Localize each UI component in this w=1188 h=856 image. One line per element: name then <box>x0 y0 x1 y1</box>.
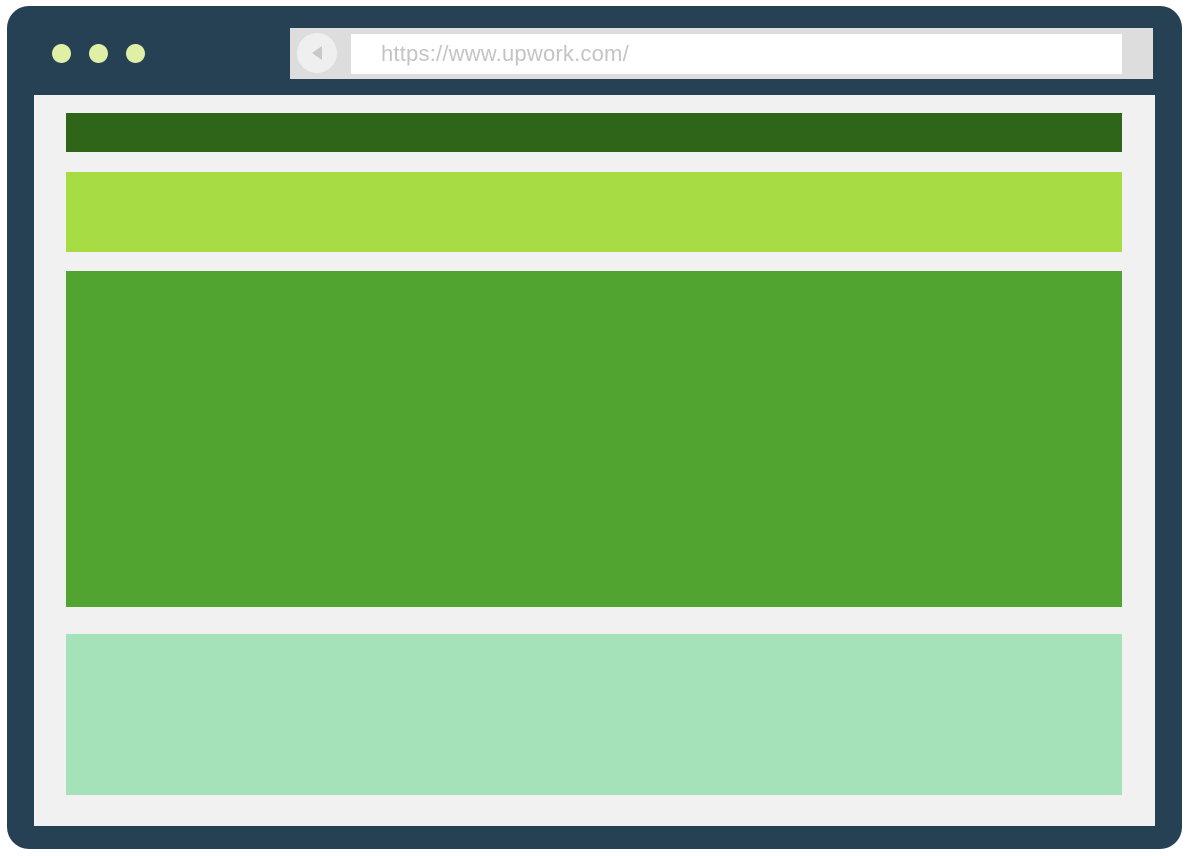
footer-placeholder <box>66 634 1122 795</box>
window-controls <box>52 44 145 63</box>
back-arrow-icon <box>312 46 322 60</box>
back-button[interactable] <box>297 33 337 73</box>
address-bar: https://www.upwork.com/ <box>290 28 1153 79</box>
page-viewport <box>34 95 1155 826</box>
window-control-dot[interactable] <box>89 44 108 63</box>
header-band-placeholder <box>66 172 1122 252</box>
url-input[interactable]: https://www.upwork.com/ <box>351 34 1122 74</box>
url-text: https://www.upwork.com/ <box>381 41 629 66</box>
window-control-dot[interactable] <box>52 44 71 63</box>
hero-placeholder <box>66 271 1122 607</box>
browser-window: https://www.upwork.com/ <box>7 6 1182 849</box>
window-control-dot[interactable] <box>126 44 145 63</box>
nav-bar-placeholder <box>66 113 1122 152</box>
